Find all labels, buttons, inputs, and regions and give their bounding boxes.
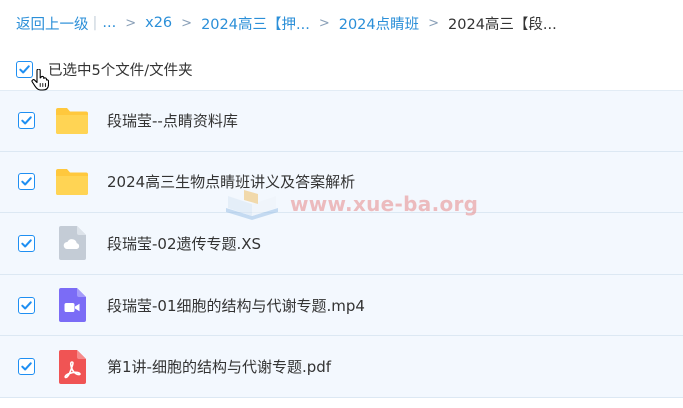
hand-pointer-icon <box>31 69 49 91</box>
cloud-file-icon <box>54 225 90 261</box>
selection-summary: 已选中5个文件/文件夹 <box>48 62 193 79</box>
breadcrumb-separator: > <box>428 15 440 31</box>
file-name[interactable]: 段瑞莹-02遗传专题.XS <box>107 233 261 254</box>
row-checkbox[interactable] <box>18 112 35 130</box>
breadcrumb-separator: > <box>318 15 330 31</box>
check-icon <box>21 177 32 186</box>
breadcrumb-separator: > <box>181 15 193 31</box>
file-row[interactable]: 段瑞莹-02遗传专题.XS <box>0 213 683 275</box>
check-icon <box>19 64 30 73</box>
row-checkbox[interactable] <box>18 173 35 191</box>
file-row[interactable]: 第1讲-细胞的结构与代谢专题.pdf <box>0 336 683 398</box>
file-name[interactable]: 第1讲-细胞的结构与代谢专题.pdf <box>107 356 331 377</box>
file-row[interactable]: 2024高三生物点睛班讲义及答案解析 <box>0 151 683 214</box>
check-icon <box>21 116 32 125</box>
back-link[interactable]: 返回上一级 <box>16 13 89 34</box>
pdf-file-icon <box>54 349 90 385</box>
breadcrumb-item-x26[interactable]: x26 <box>145 15 172 31</box>
breadcrumb-divider: | <box>92 15 98 31</box>
breadcrumb-ellipsis[interactable]: ... <box>102 15 116 31</box>
file-name[interactable]: 段瑞莹-01细胞的结构与代谢专题.mp4 <box>107 295 365 316</box>
row-checkbox[interactable] <box>18 296 35 314</box>
file-name[interactable]: 段瑞莹--点睛资料库 <box>107 110 238 131</box>
row-checkbox[interactable] <box>18 234 35 252</box>
folder-icon <box>54 164 90 200</box>
file-row[interactable]: 段瑞莹-01细胞的结构与代谢专题.mp4 <box>0 274 683 337</box>
breadcrumb-item-2024-senior-exam[interactable]: 2024高三【押... <box>201 13 310 34</box>
file-row[interactable]: 段瑞莹--点睛资料库 <box>0 90 683 152</box>
check-icon <box>21 300 32 310</box>
folder-icon <box>54 103 90 139</box>
check-icon <box>21 239 32 248</box>
file-list: 段瑞莹--点睛资料库 2024高三生物点睛班讲义及答案解析 段瑞莹-02遗传专题… <box>0 90 683 398</box>
check-icon <box>21 362 32 371</box>
breadcrumb-separator: > <box>125 15 137 31</box>
row-checkbox[interactable] <box>18 358 35 376</box>
breadcrumb-current: 2024高三【段... <box>448 16 557 33</box>
breadcrumb: 返回上一级 | ... > x26 > 2024高三【押... > 2024点睛… <box>16 12 557 34</box>
video-file-icon <box>54 287 90 323</box>
breadcrumb-item-2024-final-class[interactable]: 2024点睛班 <box>339 13 419 34</box>
file-name[interactable]: 2024高三生物点睛班讲义及答案解析 <box>107 171 355 192</box>
